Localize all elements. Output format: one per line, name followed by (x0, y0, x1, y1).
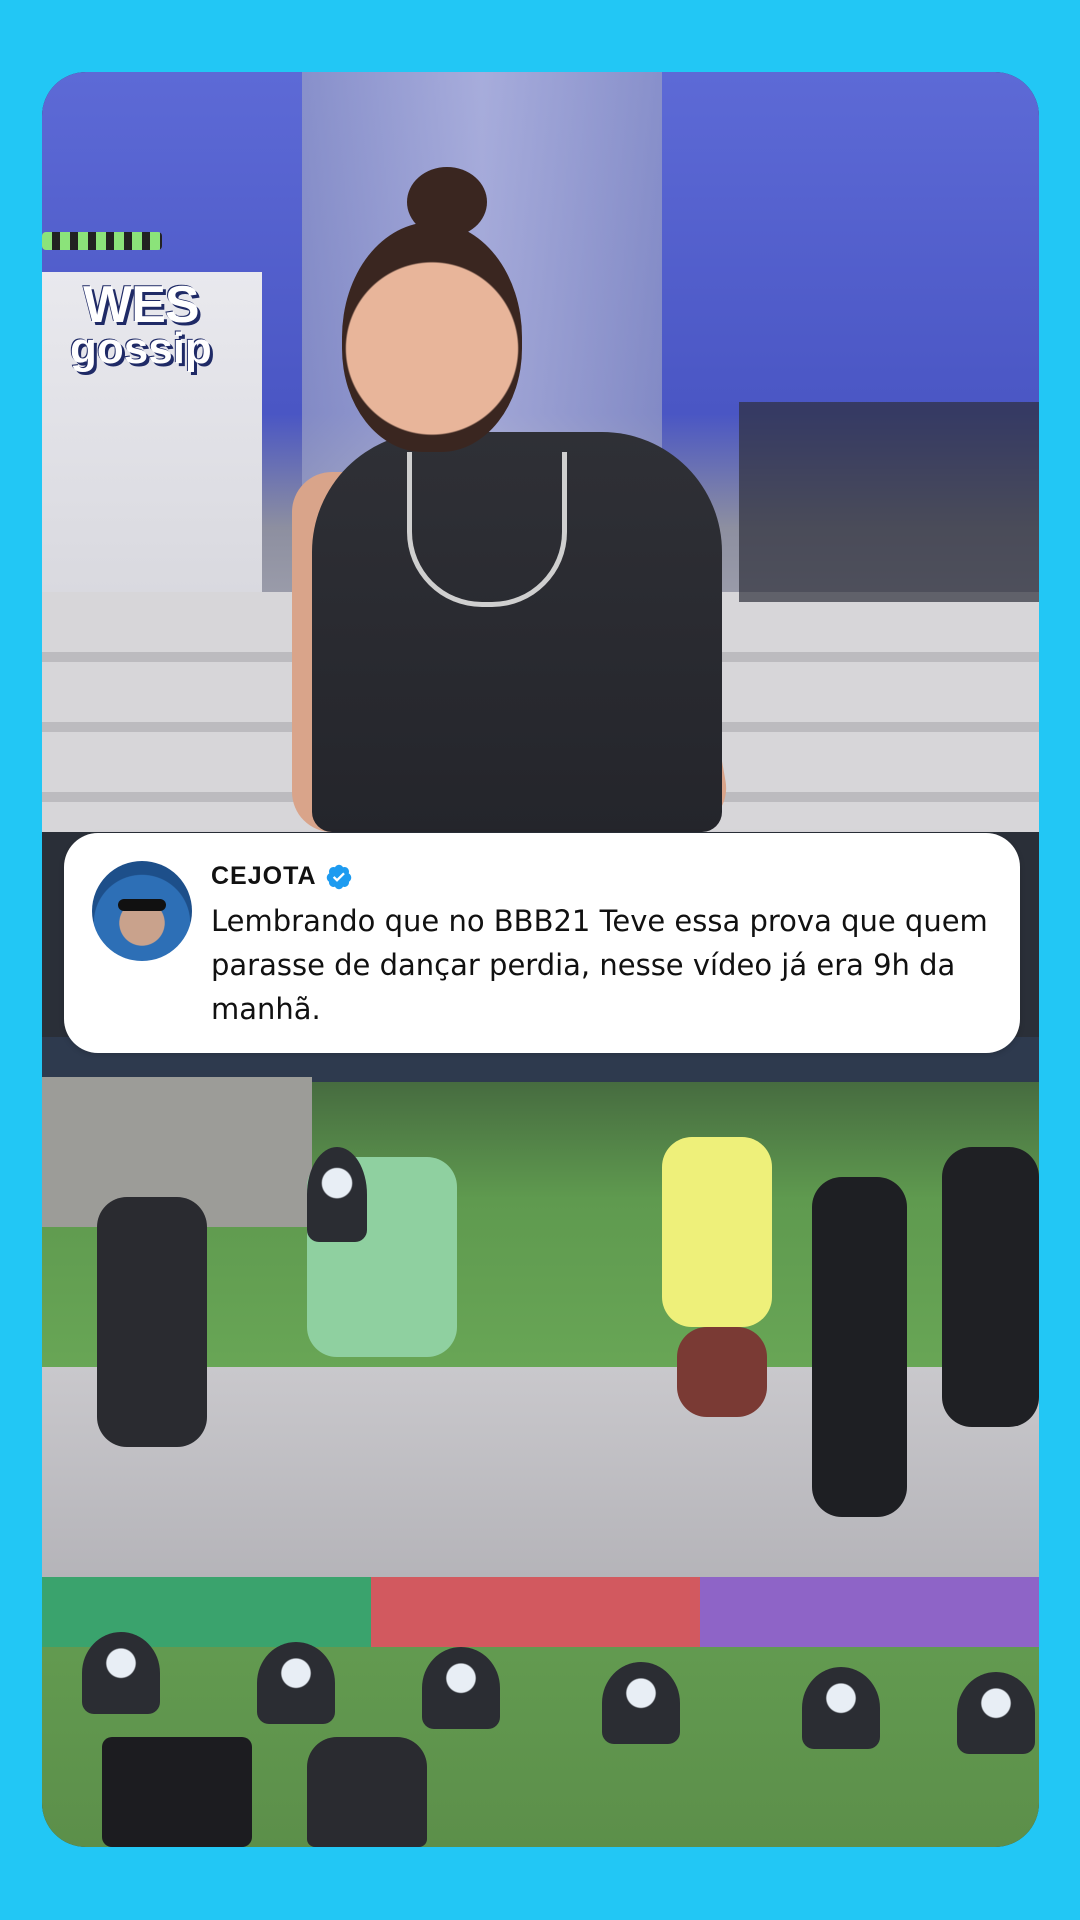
led-strip (42, 232, 162, 250)
spotlight (307, 1737, 427, 1847)
necklace (407, 452, 567, 607)
background-furniture (739, 402, 1039, 602)
author-name[interactable]: CEJOTA (211, 862, 317, 891)
stage-edge-lights (42, 1577, 1039, 1647)
logo-line-2: gossip (70, 323, 212, 373)
stage-light-icon (802, 1667, 880, 1749)
author-row: CEJOTA (211, 862, 353, 891)
sunglasses-icon (118, 899, 166, 911)
dancer (812, 1177, 907, 1517)
stage-light-icon (307, 1147, 367, 1242)
speaker (102, 1737, 252, 1847)
dancer (97, 1197, 207, 1447)
stage-light-icon (257, 1642, 335, 1724)
person-head (342, 222, 522, 452)
stage-light-icon (957, 1672, 1035, 1754)
tweet-card: CEJOTA Lembrando que no BBB21 Teve essa … (64, 833, 1020, 1053)
stage-light-icon (422, 1647, 500, 1729)
dancer (942, 1147, 1039, 1427)
stage-light-icon (602, 1662, 680, 1744)
bottom-photo (42, 1037, 1039, 1847)
dancer (662, 1137, 772, 1327)
verified-badge-icon (326, 864, 351, 889)
stage-light-icon (82, 1632, 160, 1714)
wes-gossip-logo: WES gossip (70, 276, 212, 373)
top-photo: WES gossip (42, 72, 1039, 832)
tweet-text: Lembrando que no BBB21 Teve essa prova q… (211, 904, 988, 1026)
dancer (677, 1327, 767, 1417)
avatar[interactable] (92, 861, 192, 961)
logo-line-1: WES (83, 276, 199, 334)
